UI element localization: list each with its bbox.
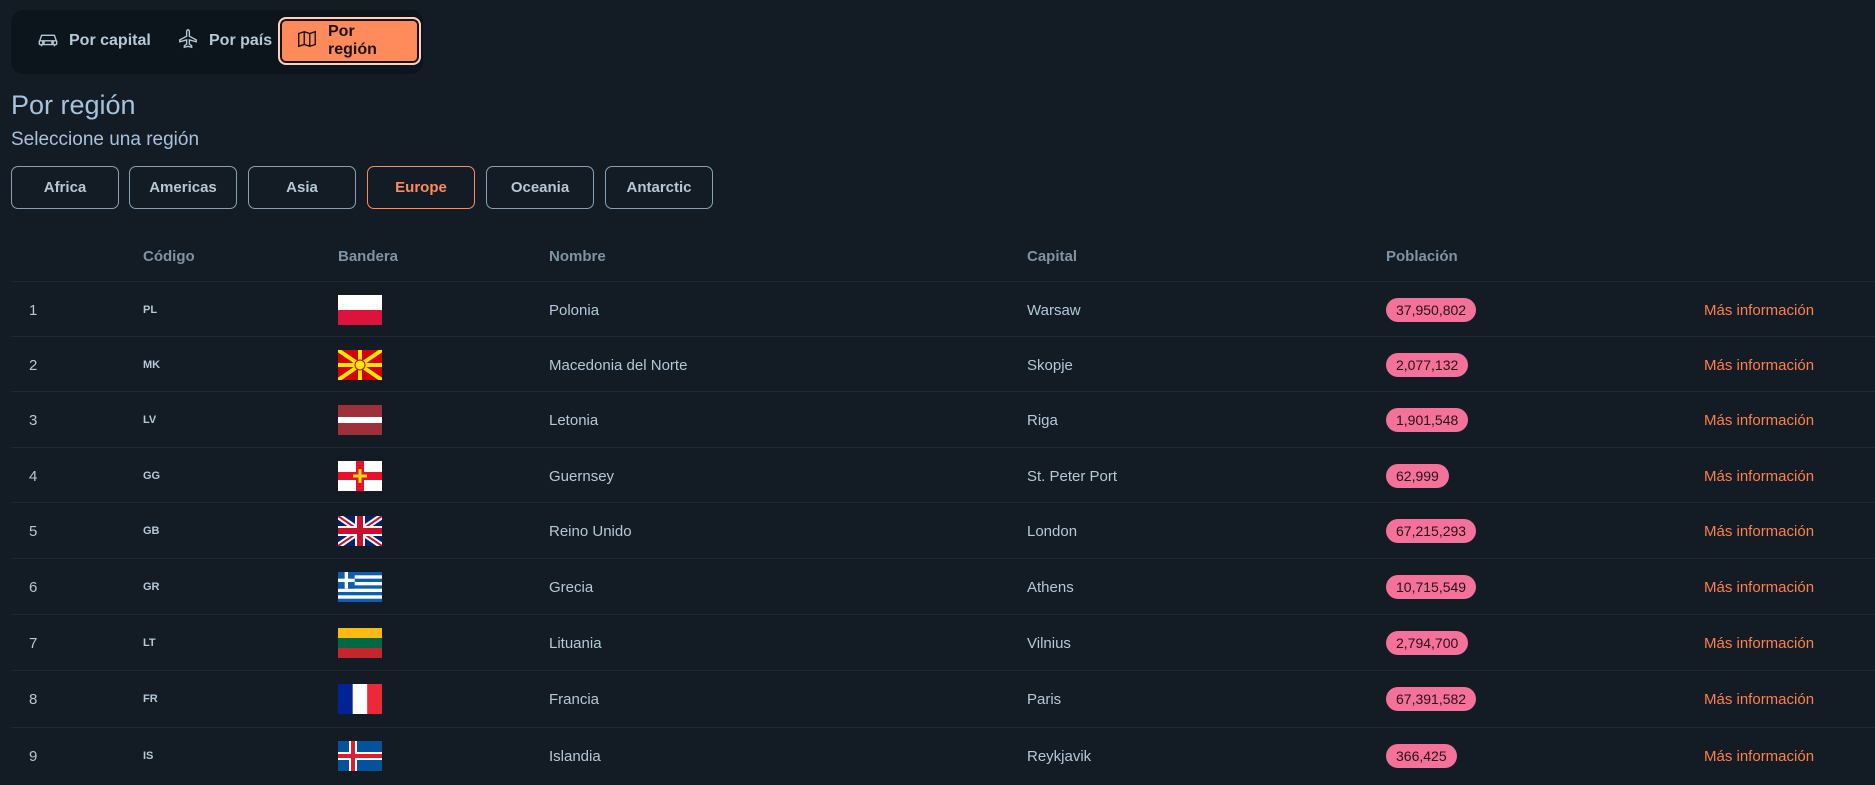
population-badge: 366,425 (1386, 744, 1457, 768)
table-row: 4 GG Guernsey St. Peter Port 62,999 Más … (11, 447, 1875, 504)
population-badge: 2,077,132 (1386, 353, 1469, 377)
more-info-link[interactable]: Más información (1704, 412, 1814, 429)
population-badge: 37,950,802 (1386, 298, 1477, 322)
is-flag (338, 741, 382, 771)
table-row: 6 GR Grecia Athens 10,715,549 Más inform… (11, 558, 1875, 615)
country-capital: St. Peter Port (1027, 467, 1118, 485)
country-name: Polonia (549, 301, 600, 319)
more-info-link[interactable]: Más información (1704, 748, 1814, 765)
row-index: 8 (29, 690, 38, 708)
country-code: IS (143, 750, 154, 762)
header-codigo: Código (143, 248, 195, 265)
mk-flag (338, 350, 382, 380)
nav-label: Por región (328, 23, 377, 58)
more-info-link[interactable]: Más información (1704, 523, 1814, 540)
country-code: FR (143, 693, 158, 705)
plane-icon (177, 28, 199, 55)
population-badge: 67,215,293 (1386, 519, 1477, 543)
nav-label: Por capital (69, 32, 151, 49)
header-nombre: Nombre (549, 248, 606, 265)
nav-por-capital[interactable]: Por capital (21, 17, 167, 65)
table-row: 7 LT Lituania Vilnius 2,794,700 Más info… (11, 614, 1875, 671)
row-index: 1 (29, 301, 38, 319)
country-capital: Paris (1027, 690, 1062, 708)
nav-por-pais[interactable]: Por país (161, 17, 288, 65)
gr-flag (338, 572, 382, 602)
country-code: PL (143, 304, 158, 316)
country-capital: Athens (1027, 578, 1074, 596)
gb-flag (338, 516, 382, 546)
table-row: 5 GB Reino Unido London 67,215,293 Más i… (11, 502, 1875, 559)
country-code: LT (143, 637, 156, 649)
pl-flag (338, 295, 382, 325)
page-title: Por región (11, 90, 136, 120)
table-row: 9 IS Islandia Reykjavik 366,425 Más info… (11, 727, 1875, 784)
nav-label: Por país (209, 32, 273, 49)
country-name: Francia (549, 690, 600, 708)
country-code: MK (143, 359, 161, 371)
country-capital: Warsaw (1027, 301, 1081, 319)
table-row: 1 PL Polonia Warsaw 37,950,802 Más infor… (11, 281, 1875, 338)
population-badge: 10,715,549 (1386, 575, 1477, 599)
population-badge: 1,901,548 (1386, 408, 1469, 432)
country-name: Letonia (549, 411, 599, 429)
country-capital: Reykjavik (1027, 747, 1092, 765)
table-row: 2 MK Macedonia del Norte Skopje 2,077,13… (11, 336, 1875, 393)
country-name: Guernsey (549, 467, 615, 485)
nav-por-region[interactable]: Por región (278, 17, 421, 65)
region-asia-button[interactable]: Asia (248, 166, 356, 209)
more-info-link[interactable]: Más información (1704, 579, 1814, 596)
row-index: 5 (29, 522, 38, 540)
fr-flag (338, 684, 382, 714)
country-name: Grecia (549, 578, 594, 596)
country-name: Islandia (549, 747, 601, 765)
row-index: 7 (29, 634, 38, 652)
more-info-link[interactable]: Más información (1704, 302, 1814, 319)
more-info-link[interactable]: Más información (1704, 635, 1814, 652)
row-index: 9 (29, 747, 38, 765)
map-icon (296, 28, 318, 55)
page: Por capital Por país Por región Por regi… (0, 0, 1875, 785)
country-name: Reino Unido (549, 522, 632, 540)
top-nav: Por capital Por país Por región (11, 10, 423, 74)
region-antarctic-button[interactable]: Antarctic (605, 166, 713, 209)
lv-flag (338, 405, 382, 435)
country-code: LV (143, 414, 157, 426)
page-subtitle: Seleccione una región (11, 129, 200, 150)
country-capital: Vilnius (1027, 634, 1071, 652)
more-info-link[interactable]: Más información (1704, 468, 1814, 485)
country-code: GG (143, 470, 161, 482)
region-europe-button[interactable]: Europe (367, 166, 475, 209)
country-code: GR (143, 581, 160, 593)
lt-flag (338, 628, 382, 658)
country-capital: Riga (1027, 411, 1058, 429)
population-badge: 67,391,582 (1386, 687, 1477, 711)
row-index: 2 (29, 356, 38, 374)
row-index: 3 (29, 411, 38, 429)
more-info-link[interactable]: Más información (1704, 691, 1814, 708)
header-poblacion: Población (1386, 248, 1458, 265)
population-badge: 2,794,700 (1386, 631, 1469, 655)
country-code: GB (143, 525, 160, 537)
car-icon (37, 28, 59, 55)
region-americas-button[interactable]: Americas (129, 166, 237, 209)
country-name: Macedonia del Norte (549, 356, 688, 374)
row-index: 4 (29, 467, 38, 485)
header-bandera: Bandera (338, 248, 399, 265)
more-info-link[interactable]: Más información (1704, 357, 1814, 374)
population-badge: 62,999 (1386, 464, 1449, 488)
table-row: 3 LV Letonia Riga 1,901,548 Más informac… (11, 391, 1875, 448)
header-capital: Capital (1027, 248, 1078, 265)
row-index: 6 (29, 578, 38, 596)
country-capital: Skopje (1027, 356, 1073, 374)
region-africa-button[interactable]: Africa (11, 166, 119, 209)
gg-flag (338, 461, 382, 491)
country-capital: London (1027, 522, 1078, 540)
country-name: Lituania (549, 634, 602, 652)
table-row: 8 FR Francia Paris 67,391,582 Más inform… (11, 670, 1875, 727)
region-oceania-button[interactable]: Oceania (486, 166, 594, 209)
